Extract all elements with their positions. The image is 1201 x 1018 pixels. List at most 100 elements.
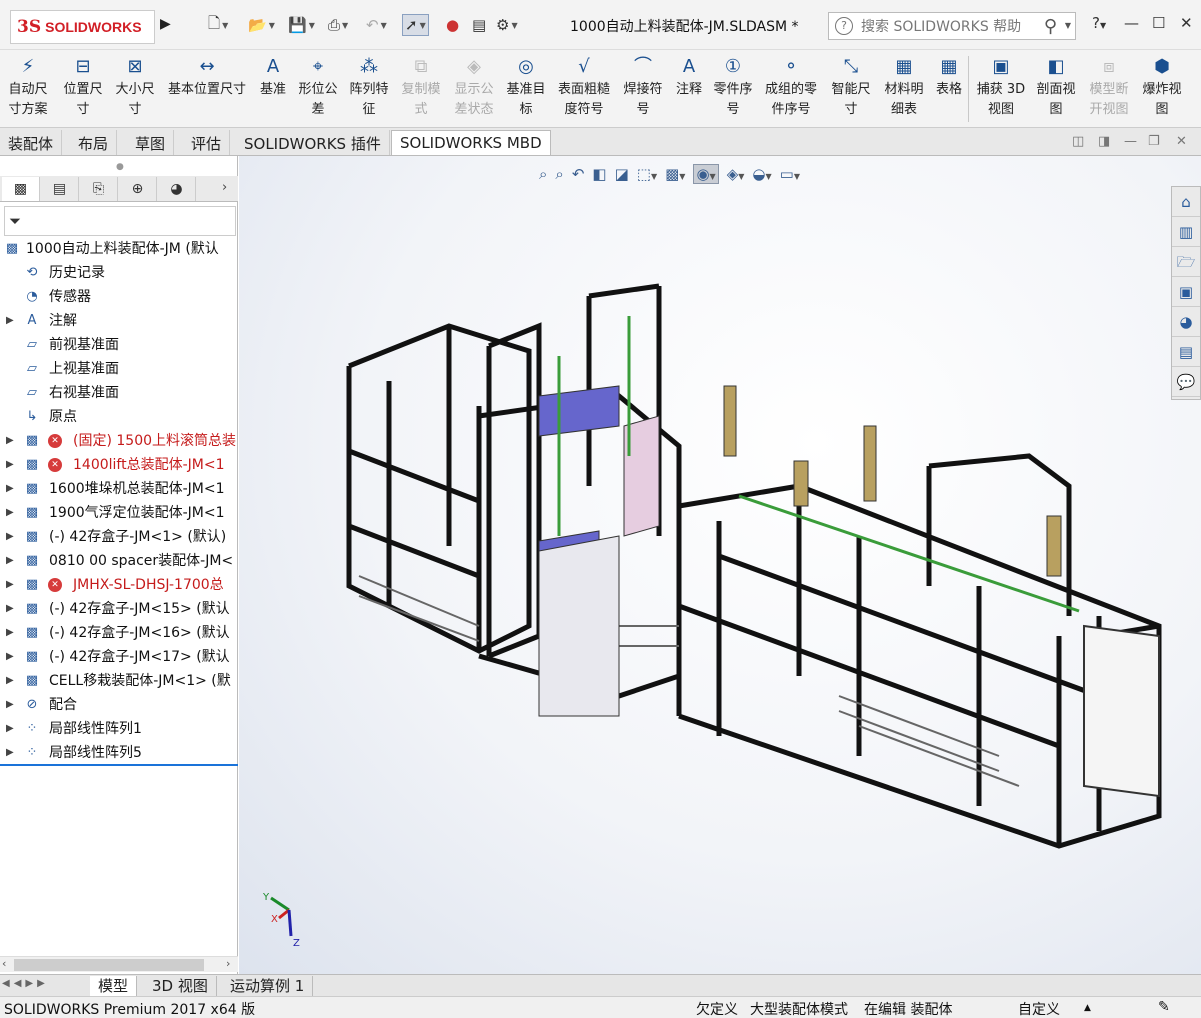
- scroll-right-icon[interactable]: ›: [226, 957, 230, 970]
- expand-icon[interactable]: ▶: [6, 669, 14, 693]
- solidworks-resources-icon[interactable]: ⌂: [1172, 187, 1200, 217]
- expand-icon[interactable]: ▶: [6, 525, 14, 549]
- tree-node[interactable]: ▶ ▩ (-) 42存盒子-JM<17> (默认: [0, 645, 238, 669]
- capture-3d-view-button[interactable]: ▣ 捕获 3D 视图: [972, 54, 1030, 124]
- status-options-icon[interactable]: ✎: [1158, 999, 1170, 1015]
- tab-0[interactable]: 装配体: [0, 130, 63, 155]
- tree-node[interactable]: ▱ 上视基准面: [0, 357, 238, 381]
- expand-icon[interactable]: ▶: [6, 477, 14, 501]
- basic-location-dimension-button[interactable]: ↔ 基本位置尺寸: [162, 54, 252, 124]
- tab-4[interactable]: SOLIDWORKS 插件: [236, 130, 390, 155]
- property-manager-tab-icon[interactable]: ▤: [41, 177, 79, 201]
- datum-target-button[interactable]: ◎ 基准目 标: [502, 54, 550, 124]
- minimize-button[interactable]: —: [1124, 14, 1139, 32]
- help-button[interactable]: ?▼: [1092, 14, 1106, 32]
- expand-icon[interactable]: ▶: [6, 501, 14, 525]
- scroll-thumb[interactable]: [14, 959, 204, 971]
- open-document-icon[interactable]: 📂 ▼: [248, 14, 275, 36]
- tree-node[interactable]: ▶ ▩ ✕ (固定) 1500上料滚筒总装: [0, 429, 238, 453]
- solidworks-logo[interactable]: 3S SOLIDWORKS: [10, 10, 155, 44]
- doc-restore-icon[interactable]: ❐: [1148, 134, 1160, 149]
- tab-3[interactable]: 评估: [183, 130, 231, 155]
- datum-button[interactable]: A 基准: [255, 54, 291, 124]
- units-dropdown-icon[interactable]: ▲: [1084, 1003, 1091, 1013]
- tree-root-assembly[interactable]: ▩ 1000自动上料装配体-JM (默认: [0, 237, 238, 261]
- graphics-area[interactable]: ⌕ ⌕ ↶ ◧ ◪ ⬚▼ ▩▼ ◉▼ ◈▼ ◒▼ ▭▼ ⌂ ▥ 🗁 ▣ ◕ ▤ …: [239, 156, 1201, 974]
- bom-button[interactable]: ▦ 材料明 细表: [880, 54, 928, 124]
- tree-node[interactable]: ◔ 传感器: [0, 285, 238, 309]
- save-icon[interactable]: 💾 ▼: [288, 14, 315, 36]
- tree-node[interactable]: ▶ ▩ CELL移栽装配体-JM<1> (默: [0, 669, 238, 693]
- forum-icon[interactable]: 💬: [1172, 367, 1200, 397]
- show-tolerance-status-button[interactable]: ◈ 显示公 差状态: [449, 54, 499, 124]
- undo-icon[interactable]: ↶ ▼: [366, 14, 387, 36]
- tree-node[interactable]: ⟲ 历史记录: [0, 261, 238, 285]
- table-button[interactable]: ▦ 表格: [930, 54, 968, 124]
- tree-filter-input[interactable]: ⏷: [4, 206, 236, 236]
- pattern-feature-button[interactable]: ⁂ 阵列特 征: [345, 54, 393, 124]
- section-view-button[interactable]: ◧ 剖面视 图: [1032, 54, 1080, 124]
- assembly-3d-model[interactable]: [239, 156, 1201, 974]
- panel-grip-icon[interactable]: ●: [116, 162, 124, 172]
- tab-5[interactable]: SOLIDWORKS MBD: [391, 130, 551, 155]
- location-dimension-button[interactable]: ⊟ 位置尺 寸: [58, 54, 108, 124]
- expand-icon[interactable]: ▶: [6, 693, 14, 717]
- expand-icon[interactable]: ▶: [6, 597, 14, 621]
- expand-icon[interactable]: ▶: [6, 717, 14, 741]
- tree-node[interactable]: ▶ ▩ ✕ JMHX-SL-DHSJ-1700总: [0, 573, 238, 597]
- bottom-tab-1[interactable]: 3D 视图: [144, 976, 217, 996]
- expand-icon[interactable]: ▶: [6, 429, 14, 453]
- appearances-icon[interactable]: ◕: [1172, 307, 1200, 337]
- expand-icon[interactable]: ▶: [6, 621, 14, 645]
- file-explorer-icon[interactable]: 🗁: [1172, 247, 1200, 277]
- view-palette-icon[interactable]: ▣: [1172, 277, 1200, 307]
- exploded-view-button[interactable]: ⬢ 爆炸视 图: [1137, 54, 1187, 124]
- print-icon[interactable]: ⎙ ▼: [328, 14, 348, 36]
- file-properties-icon[interactable]: ▤: [472, 14, 486, 36]
- stacked-balloon-button[interactable]: ⚬ 成组的零 件序号: [759, 54, 823, 124]
- display-manager-tab-icon[interactable]: ◕: [158, 177, 196, 201]
- tab-2[interactable]: 草图: [127, 130, 175, 155]
- rollback-bar[interactable]: [0, 764, 238, 766]
- close-button[interactable]: ✕: [1180, 14, 1193, 32]
- model-break-view-button[interactable]: ⧈ 模型断 开视图: [1083, 54, 1135, 124]
- tree-node[interactable]: ▱ 前视基准面: [0, 333, 238, 357]
- doc-close-icon[interactable]: ✕: [1176, 134, 1187, 149]
- expand-icon[interactable]: ▶: [6, 573, 14, 597]
- expand-icon[interactable]: ▶: [6, 645, 14, 669]
- new-document-icon[interactable]: 🗋 ▼: [208, 14, 228, 36]
- geometric-tolerance-button[interactable]: ⌖ 形位公 差: [294, 54, 342, 124]
- feature-tree-tab-icon[interactable]: ▩: [2, 177, 40, 201]
- expand-icon[interactable]: ▶: [6, 453, 14, 477]
- tree-node[interactable]: ▶ ▩ 1900气浮定位装配体-JM<1: [0, 501, 238, 525]
- note-button[interactable]: A 注释: [671, 54, 707, 124]
- tree-node[interactable]: ▶ ▩ 0810 00 spacer装配体-JM<: [0, 549, 238, 573]
- tree-node[interactable]: ▶ ▩ (-) 42存盒子-JM<16> (默认: [0, 621, 238, 645]
- surface-finish-button[interactable]: √ 表面粗糙 度符号: [553, 54, 615, 124]
- options-gear-icon[interactable]: ⚙ ▼: [496, 14, 518, 36]
- scroll-left-icon[interactable]: ‹: [2, 957, 6, 970]
- rebuild-icon[interactable]: ●: [446, 14, 459, 36]
- tree-node[interactable]: ▶ ⊘ 配合: [0, 693, 238, 717]
- auto-dimension-button[interactable]: ⚡ 自动尺 寸方案: [2, 54, 54, 124]
- tile-vertical-icon[interactable]: ◨: [1098, 134, 1110, 149]
- dimxpert-tab-icon[interactable]: ⊕: [119, 177, 157, 201]
- bottom-tab-2[interactable]: 运动算例 1: [222, 976, 314, 996]
- bottom-tab-0[interactable]: 模型: [90, 976, 138, 996]
- tab-scroll-arrows-icon[interactable]: ◀◀▶▶: [2, 978, 49, 989]
- expand-icon[interactable]: ▶: [6, 549, 14, 573]
- tile-horizontal-icon[interactable]: ◫: [1072, 134, 1084, 149]
- tree-node[interactable]: ▶ ⁘ 局部线性阵列1: [0, 717, 238, 741]
- select-icon[interactable]: ➚ ▼: [402, 14, 429, 36]
- search-dropdown-icon[interactable]: ▼: [1065, 21, 1071, 30]
- custom-properties-icon[interactable]: ▤: [1172, 337, 1200, 367]
- size-dimension-button[interactable]: ⊠ 大小尺 寸: [110, 54, 160, 124]
- weld-symbol-button[interactable]: ⌒ 焊接符 号: [618, 54, 668, 124]
- tree-node[interactable]: ▶ ▩ 1600堆垛机总装配体-JM<1: [0, 477, 238, 501]
- tab-1[interactable]: 布局: [70, 130, 118, 155]
- tree-node[interactable]: ↳ 原点: [0, 405, 238, 429]
- tree-node[interactable]: ▱ 右视基准面: [0, 381, 238, 405]
- tree-node[interactable]: ▶ ⁘ 局部线性阵列5: [0, 741, 238, 765]
- tree-node[interactable]: ▶ ▩ ✕ 1400lift总装配体-JM<1: [0, 453, 238, 477]
- balloon-button[interactable]: ① 零件序 号: [710, 54, 756, 124]
